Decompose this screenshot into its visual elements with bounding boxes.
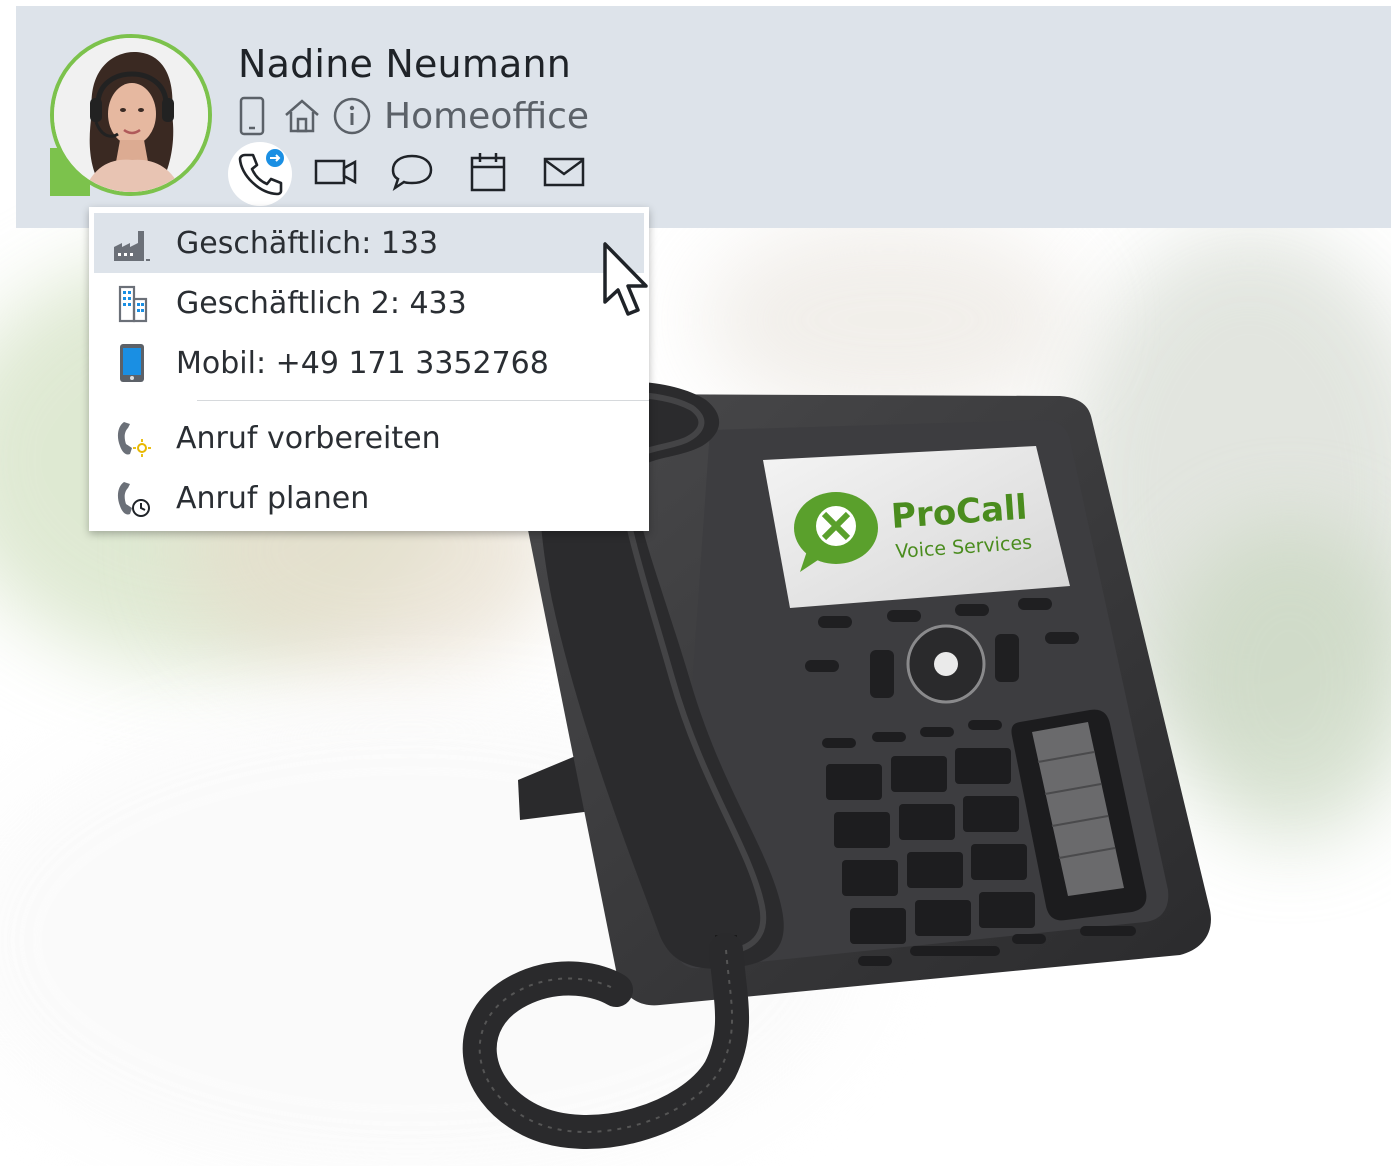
- contact-name: Nadine Neumann: [238, 42, 572, 86]
- action-bar: [228, 142, 608, 206]
- chat-bubble-icon: [390, 152, 434, 197]
- phone-prepare-icon: [108, 418, 156, 458]
- menu-item-business-2[interactable]: Geschäftlich 2: 433: [94, 273, 644, 333]
- call-button[interactable]: [228, 142, 292, 206]
- menu-item-prepare-call[interactable]: Anruf vorbereiten: [94, 408, 644, 468]
- envelope-icon: [543, 156, 585, 193]
- menu-item-mobile[interactable]: Mobil: +49 171 3352768: [94, 333, 644, 393]
- office-building-icon: [108, 283, 156, 323]
- call-options-menu: Geschäftlich: 133 Geschäftlich 2: 433 Mo…: [89, 207, 649, 531]
- calendar-icon: [469, 151, 507, 198]
- info-icon[interactable]: [332, 96, 372, 136]
- calendar-button[interactable]: [456, 142, 520, 206]
- factory-icon: [108, 223, 156, 263]
- phone-schedule-icon: [108, 478, 156, 518]
- status-text: Homeoffice: [384, 95, 590, 137]
- mouse-cursor-icon: [600, 240, 654, 325]
- menu-item-business[interactable]: Geschäftlich: 133: [94, 213, 644, 273]
- phone-forward-icon: [235, 147, 285, 202]
- contact-header: Nadine Neumann Homeoffice: [16, 6, 1391, 228]
- status-row: Homeoffice: [238, 94, 589, 138]
- chat-button[interactable]: [380, 142, 444, 206]
- avatar[interactable]: [50, 34, 212, 196]
- home-icon: [282, 97, 322, 135]
- menu-item-schedule-call[interactable]: Anruf planen: [94, 468, 644, 528]
- email-button[interactable]: [532, 142, 596, 206]
- video-camera-icon: [314, 156, 358, 193]
- mobile-phone-icon: [238, 96, 266, 136]
- menu-separator: [197, 400, 649, 401]
- smartphone-icon: [108, 343, 156, 383]
- video-button[interactable]: [304, 142, 368, 206]
